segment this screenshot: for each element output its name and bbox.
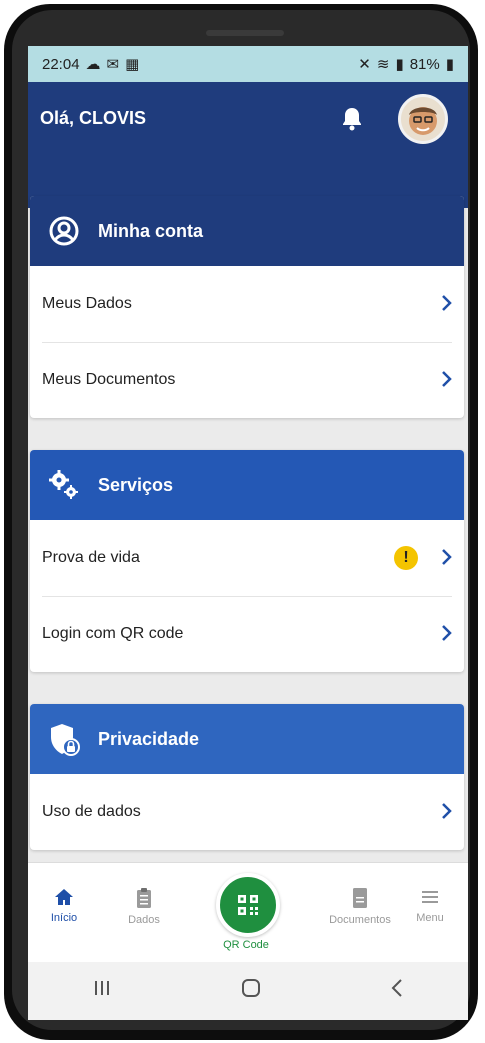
mute-icon: ✕ — [358, 56, 371, 73]
notification-bell-icon[interactable] — [340, 106, 364, 137]
mail-icon: ✉ — [106, 56, 120, 73]
status-bar: 22:04 ☁ ✉ ▦ ✕ ≋ ▮ 81% ▮ — [28, 46, 468, 82]
card-title: Minha conta — [98, 220, 204, 241]
chevron-right-icon — [442, 371, 452, 387]
alert-badge: ! — [394, 546, 418, 570]
shield-lock-icon — [46, 721, 82, 757]
card-header-servicos: Serviços — [30, 450, 464, 520]
menu-item-meus-documentos[interactable]: Meus Documentos — [30, 342, 464, 418]
account-circle-icon — [46, 213, 82, 249]
card-servicos: Serviços Prova de vida ! Login com QR co… — [30, 450, 464, 672]
menu-item-prova-de-vida[interactable]: Prova de vida ! — [30, 520, 464, 596]
recent-apps-icon[interactable] — [92, 979, 112, 1003]
hamburger-icon — [422, 891, 438, 903]
avatar[interactable] — [398, 94, 448, 144]
clipboard-icon — [137, 888, 151, 908]
card-minha-conta: Minha conta Meus Dados Meus Documentos — [30, 196, 464, 418]
card-privacidade: Privacidade Uso de dados — [30, 704, 464, 850]
document-icon — [353, 888, 367, 908]
nav-label: Menu — [416, 912, 444, 924]
card-title: Serviços — [98, 474, 174, 495]
menu-item-label: Meus Documentos — [42, 371, 176, 388]
menu-item-login-qr-code[interactable]: Login com QR code — [30, 596, 464, 672]
gears-icon — [46, 467, 82, 503]
home-icon — [55, 889, 73, 905]
menu-item-label: Uso de dados — [42, 803, 141, 820]
chevron-right-icon — [442, 625, 452, 641]
card-title: Privacidade — [98, 728, 200, 749]
qr-code-label[interactable]: QR Code — [206, 939, 286, 951]
nav-documentos[interactable]: Documentos — [310, 887, 410, 926]
qr-code-icon — [238, 895, 258, 915]
cloud-icon: ☁ — [85, 56, 101, 73]
chevron-right-icon — [442, 549, 452, 565]
system-navigation-bar — [28, 962, 468, 1020]
menu-item-label: Meus Dados — [42, 295, 132, 312]
nav-label: Documentos — [329, 914, 391, 926]
menu-item-label: Prova de vida — [42, 549, 140, 566]
signal-icon: ▮ — [395, 56, 404, 73]
home-button-icon[interactable] — [240, 977, 262, 1005]
menu-item-uso-de-dados[interactable]: Uso de dados — [30, 774, 464, 850]
bottom-navigation: Início Dados QR Code Documentos Menu — [28, 862, 468, 963]
greeting-text: Olá, CLOVIS — [40, 108, 147, 128]
battery-icon: ▮ — [445, 56, 454, 73]
card-header-privacidade: Privacidade — [30, 704, 464, 774]
app-header: Olá, CLOVIS — [28, 82, 468, 208]
menu-item-label: Login com QR code — [42, 625, 184, 642]
back-icon[interactable] — [390, 978, 404, 1004]
nav-label: Início — [50, 912, 78, 924]
chevron-right-icon — [442, 295, 452, 311]
status-time: 22:04 — [42, 55, 80, 73]
qr-code-button[interactable] — [216, 873, 280, 937]
chevron-right-icon — [442, 803, 452, 819]
nav-label: Dados — [128, 914, 160, 926]
battery-percent: 81% — [409, 55, 440, 73]
nav-dados[interactable]: Dados — [108, 887, 180, 926]
phone-speaker — [206, 30, 284, 36]
nav-inicio[interactable]: Início — [28, 887, 100, 924]
nav-menu[interactable]: Menu — [400, 887, 460, 924]
wifi-icon: ≋ — [376, 56, 390, 73]
menu-item-meus-dados[interactable]: Meus Dados — [30, 266, 464, 342]
app-screen: 22:04 ☁ ✉ ▦ ✕ ≋ ▮ 81% ▮ Olá, CLOVIS Minh… — [28, 46, 468, 1020]
image-icon: ▦ — [125, 56, 140, 73]
card-header-minha-conta: Minha conta — [30, 196, 464, 266]
